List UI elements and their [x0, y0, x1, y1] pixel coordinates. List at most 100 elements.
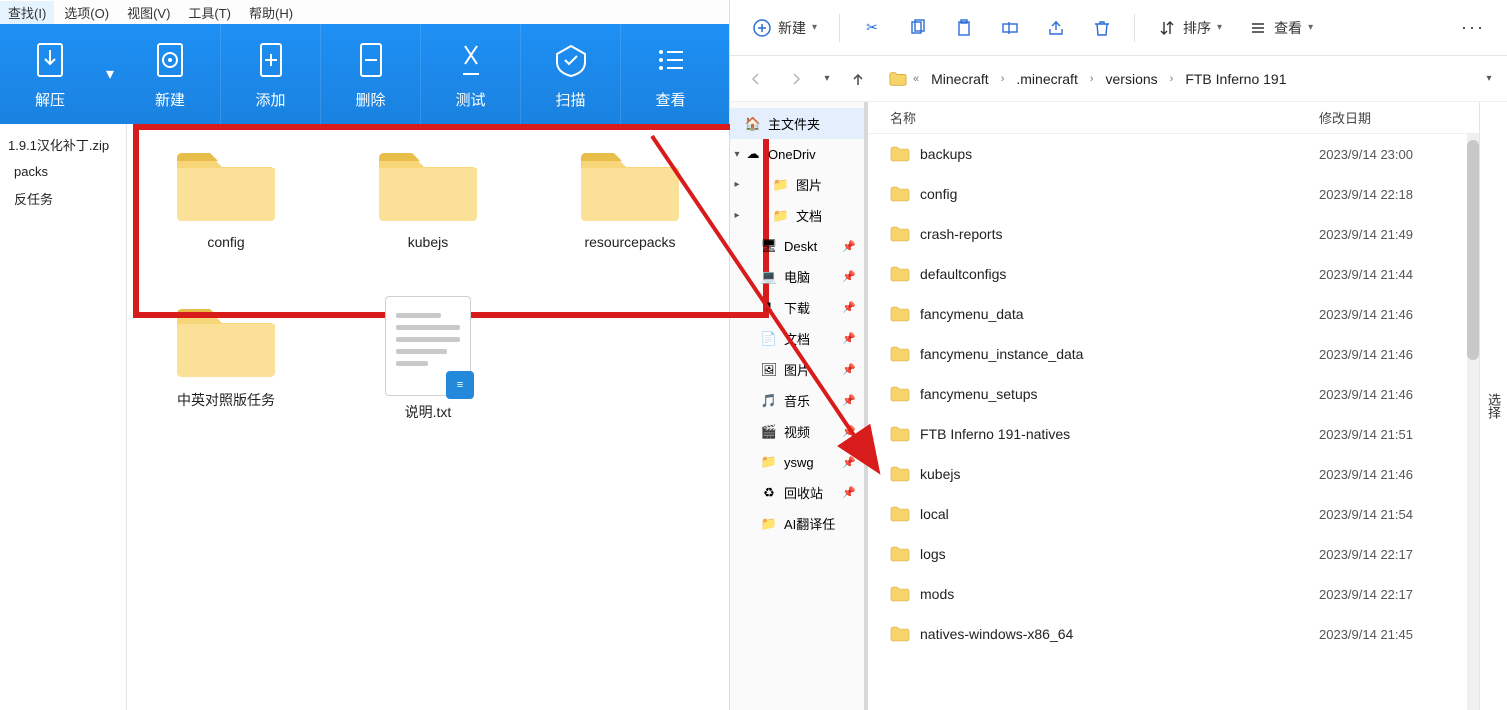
- column-date[interactable]: 修改日期: [1319, 108, 1479, 127]
- tree-item-图片[interactable]: 🖼 图片 📌: [730, 354, 864, 385]
- file-row[interactable]: config 2023/9/14 22:18: [868, 174, 1479, 214]
- breadcrumb-overflow[interactable]: «: [911, 73, 921, 85]
- up-button[interactable]: [840, 61, 876, 97]
- tree-item-电脑[interactable]: 💻 电脑 📌: [730, 261, 864, 292]
- scan-button[interactable]: 扫描: [520, 24, 620, 124]
- folder-icon: [171, 296, 281, 384]
- extract-dropdown[interactable]: ▾: [100, 64, 120, 84]
- test-button[interactable]: 测试: [420, 24, 520, 124]
- breadcrumb-dot-minecraft[interactable]: .minecraft: [1010, 67, 1083, 91]
- tree-item-label: OneDriv: [768, 147, 816, 162]
- file-row[interactable]: backups 2023/9/14 23:00: [868, 134, 1479, 174]
- breadcrumb-minecraft[interactable]: Minecraft: [925, 67, 995, 91]
- trash-button[interactable]: [1082, 10, 1122, 46]
- pin-icon: 📌: [842, 332, 856, 345]
- pin-icon: 📌: [842, 240, 856, 253]
- tree-item-文档[interactable]: ▸ 📁 文档: [730, 200, 864, 231]
- tree-item-音乐[interactable]: 🎵 音乐 📌: [730, 385, 864, 416]
- scrollbar-thumb[interactable]: [1467, 140, 1479, 360]
- folder-icon: [889, 70, 907, 88]
- folder-icon: [890, 306, 910, 322]
- file-name: config: [920, 186, 957, 202]
- twisty-icon[interactable]: ▸: [730, 210, 744, 221]
- file-row[interactable]: fancymenu_setups 2023/9/14 21:46: [868, 374, 1479, 414]
- menu-help[interactable]: 帮助(H): [241, 1, 301, 24]
- view-button[interactable]: 查看: [620, 24, 720, 124]
- file-row[interactable]: fancymenu_instance_data 2023/9/14 21:46: [868, 334, 1479, 374]
- delete-button[interactable]: 删除: [320, 24, 420, 124]
- back-button[interactable]: [738, 61, 774, 97]
- copy-button[interactable]: [898, 10, 938, 46]
- file-row[interactable]: logs 2023/9/14 22:17: [868, 534, 1479, 574]
- twisty-icon[interactable]: ▸: [730, 179, 744, 190]
- tree-item-Deskt[interactable]: 🖥 Deskt 📌: [730, 231, 864, 261]
- file-row[interactable]: crash-reports 2023/9/14 21:49: [868, 214, 1479, 254]
- menu-tools[interactable]: 工具(T): [180, 1, 239, 24]
- column-name[interactable]: 名称: [890, 108, 1319, 127]
- new-button[interactable]: 新建: [120, 24, 220, 124]
- list-header[interactable]: 名称 修改日期: [868, 102, 1479, 134]
- sort-button[interactable]: 排序 ▾: [1147, 10, 1232, 46]
- file-row[interactable]: defaultconfigs 2023/9/14 21:44: [868, 254, 1479, 294]
- forward-button[interactable]: [778, 61, 814, 97]
- history-dropdown[interactable]: ▾: [818, 61, 836, 97]
- tree-item-下载[interactable]: ⬇ 下载 📌: [730, 292, 864, 323]
- command-bar: 新建 ▾ ✂ 排序 ▾ 查看 ▾ ···: [730, 0, 1507, 56]
- tree-item-主文件夹[interactable]: 🏠 主文件夹: [730, 108, 864, 139]
- plus-circle-icon: [752, 18, 772, 38]
- menu-find[interactable]: 查找(I): [0, 1, 54, 24]
- add-button[interactable]: 添加: [220, 24, 320, 124]
- paste-button[interactable]: [944, 10, 984, 46]
- sidebar-file-zip[interactable]: 1.9.1汉化补丁.zip: [6, 130, 120, 159]
- tree-item-文档[interactable]: 📄 文档 📌: [730, 323, 864, 354]
- nav-tree[interactable]: 🏠 主文件夹 ▾ ☁ OneDriv ▸ 📁 图片 ▸ 📁 文档 🖥 Deskt…: [730, 102, 868, 710]
- tree-item-回收站[interactable]: ♻ 回收站 📌: [730, 477, 864, 508]
- view-mode-label: 查看: [1274, 18, 1302, 38]
- file-row[interactable]: local 2023/9/14 21:54: [868, 494, 1479, 534]
- breadcrumb[interactable]: « Minecraft› .minecraft› versions› FTB I…: [880, 61, 1475, 97]
- menu-view[interactable]: 视图(V): [119, 1, 178, 24]
- rename-button[interactable]: [990, 10, 1030, 46]
- tree-item-label: 回收站: [784, 483, 823, 502]
- extract-button[interactable]: 解压: [0, 24, 100, 124]
- breadcrumb-current[interactable]: FTB Inferno 191: [1179, 67, 1292, 91]
- more-button[interactable]: ···: [1451, 10, 1495, 46]
- grid-item-cn-en[interactable]: 中英对照版任务: [151, 296, 301, 422]
- grid-item-kubejs[interactable]: kubejs: [353, 140, 503, 250]
- folder-icon: 📁: [772, 176, 790, 194]
- tree-item-label: 音乐: [784, 391, 810, 410]
- breadcrumb-versions[interactable]: versions: [1100, 67, 1164, 91]
- delete-label: 删除: [355, 89, 385, 110]
- file-row[interactable]: kubejs 2023/9/14 21:46: [868, 454, 1479, 494]
- tree-item-yswg[interactable]: 📁 yswg 📌: [730, 447, 864, 477]
- sidebar-item-packs[interactable]: packs: [6, 159, 120, 184]
- grid-item-config[interactable]: config: [151, 140, 301, 250]
- music-icon: 🎵: [760, 392, 778, 410]
- file-list-area: 名称 修改日期 backups 2023/9/14 23:00 config 2…: [868, 102, 1479, 710]
- tree-item-OneDriv[interactable]: ▾ ☁ OneDriv: [730, 139, 864, 169]
- cut-button[interactable]: ✂: [852, 10, 892, 46]
- menu-options[interactable]: 选项(O): [56, 1, 117, 24]
- details-pane-collapsed[interactable]: 选择: [1479, 102, 1507, 710]
- file-row[interactable]: fancymenu_data 2023/9/14 21:46: [868, 294, 1479, 334]
- file-row[interactable]: natives-windows-x86_64 2023/9/14 21:45: [868, 614, 1479, 654]
- new-menu-button[interactable]: 新建 ▾: [742, 10, 827, 46]
- tree-item-视频[interactable]: 🎬 视频 📌: [730, 416, 864, 447]
- twisty-icon[interactable]: ▾: [730, 149, 744, 160]
- doc-icon: 📄: [760, 330, 778, 348]
- tree-item-AI翻译任[interactable]: 📁 AI翻译任: [730, 508, 864, 539]
- scrollbar[interactable]: [1467, 134, 1479, 710]
- grid-item-readme[interactable]: ≡ 说明.txt: [353, 296, 503, 422]
- tree-item-图片[interactable]: ▸ 📁 图片: [730, 169, 864, 200]
- file-row[interactable]: FTB Inferno 191-natives 2023/9/14 21:51: [868, 414, 1479, 454]
- sort-label: 排序: [1183, 18, 1211, 38]
- sidebar-item-tasks[interactable]: 反任务: [6, 184, 120, 213]
- grid-item-resourcepacks[interactable]: resourcepacks: [555, 140, 705, 250]
- share-button[interactable]: [1036, 10, 1076, 46]
- file-date: 2023/9/14 23:00: [1319, 147, 1479, 162]
- file-row[interactable]: mods 2023/9/14 22:17: [868, 574, 1479, 614]
- refresh-dropdown[interactable]: ▾: [1479, 61, 1499, 97]
- file-name: defaultconfigs: [920, 266, 1006, 282]
- chevron-down-icon: ▾: [1308, 22, 1313, 33]
- view-mode-button[interactable]: 查看 ▾: [1238, 10, 1323, 46]
